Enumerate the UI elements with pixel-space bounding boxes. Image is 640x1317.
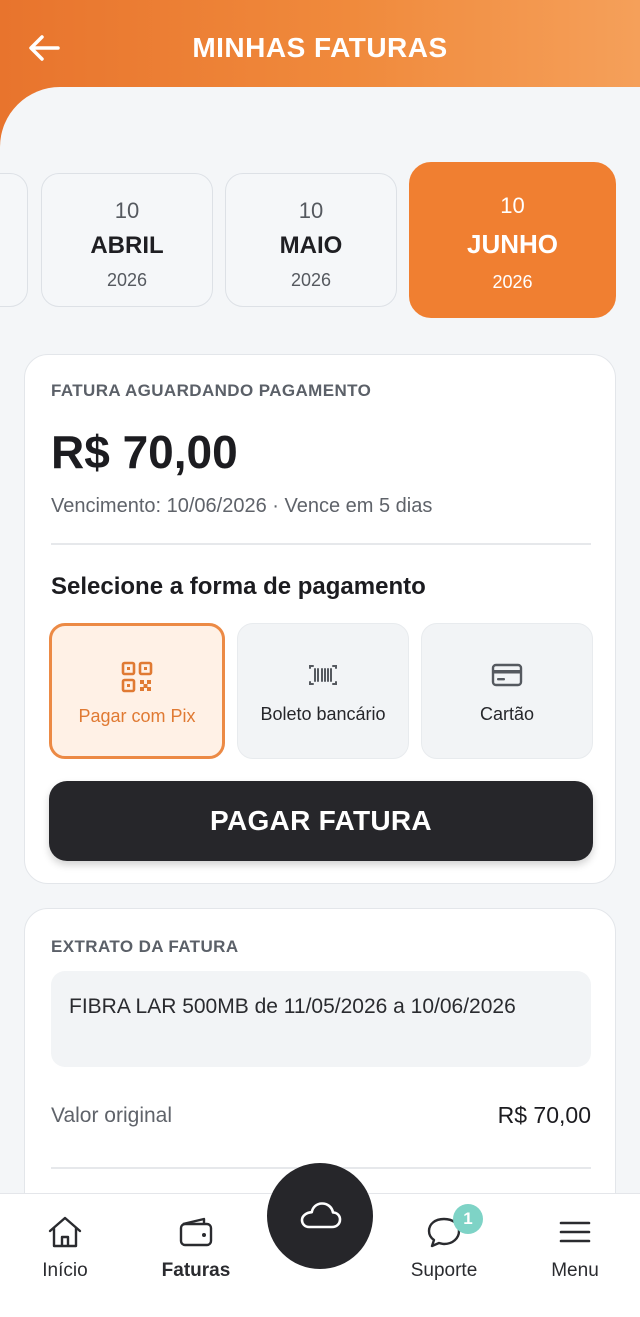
original-value: R$ 70,00 [497,1102,591,1128]
pix-label: Pagar com Pix [78,706,196,726]
month-card-previous[interactable] [0,173,28,307]
statement-title: EXTRATO DA FATURA [51,937,239,956]
qr-code-icon [121,661,153,693]
month-day: 10 [114,198,140,223]
month-card-junho[interactable]: 10 JUNHO 2026 [409,162,616,318]
home-icon [48,1216,82,1248]
month-name: MAIO [279,232,343,259]
month-card-abril[interactable]: 10 ABRIL 2026 [41,173,213,307]
invoice-card: FATURA AGUARDANDO PAGAMENTO R$ 70,00 Ven… [24,354,616,884]
month-year: 2026 [290,270,332,290]
nav-faturas[interactable]: Faturas [141,1212,251,1282]
month-name: ABRIL [90,232,164,259]
month-year: 2026 [106,270,148,290]
nav-label: Suporte [410,1260,478,1281]
invoice-status: FATURA AGUARDANDO PAGAMENTO [51,381,372,400]
card-option[interactable]: Cartão [421,623,593,759]
bottom-safe-area [0,1299,640,1317]
cloud-button[interactable] [267,1163,373,1269]
divider [51,543,591,545]
nav-menu[interactable]: Menu [520,1212,630,1282]
month-year: 2026 [492,272,533,292]
wallet-icon [179,1217,213,1247]
original-value-label: Valor original [51,1104,173,1127]
page-title: MINHAS FATURAS [192,32,448,63]
month-card-maio[interactable]: 10 MAIO 2026 [225,173,397,307]
menu-icon [559,1221,591,1243]
credit-card-icon [491,663,523,687]
payment-method-title: Selecione a forma de pagamento [51,573,426,600]
statement-card: EXTRATO DA FATURA FIBRA LAR 500MB de 11/… [24,908,616,1197]
barcode-icon [309,665,337,685]
support-badge: 1 [453,1204,483,1234]
boleto-label: Boleto bancário [260,704,386,724]
due-date: Vencimento: 10/06/2026 · Vence em 5 dias [51,495,433,517]
boleto-option[interactable]: Boleto bancário [237,623,409,759]
pay-invoice-button[interactable]: PAGAR FATURA [49,781,593,861]
nav-suporte[interactable]: 1 Suporte [389,1204,499,1282]
nav-inicio[interactable]: Início [10,1212,120,1282]
month-day: 10 [298,198,324,223]
month-day: 10 [500,193,525,218]
nav-label: Faturas [161,1260,231,1281]
statement-item: FIBRA LAR 500MB de 11/05/2026 a 10/06/20… [51,971,591,1067]
main-content: 10 ABRIL 2026 10 MAIO 2026 10 JUNHO 2026… [0,87,640,1197]
nav-label: Início [42,1260,88,1281]
month-name: JUNHO [466,229,558,259]
pix-option[interactable]: Pagar com Pix [49,623,225,759]
invoice-amount: R$ 70,00 [51,426,238,478]
nav-label: Menu [551,1260,599,1281]
cloud-icon [300,1202,342,1229]
card-label: Cartão [479,704,535,724]
